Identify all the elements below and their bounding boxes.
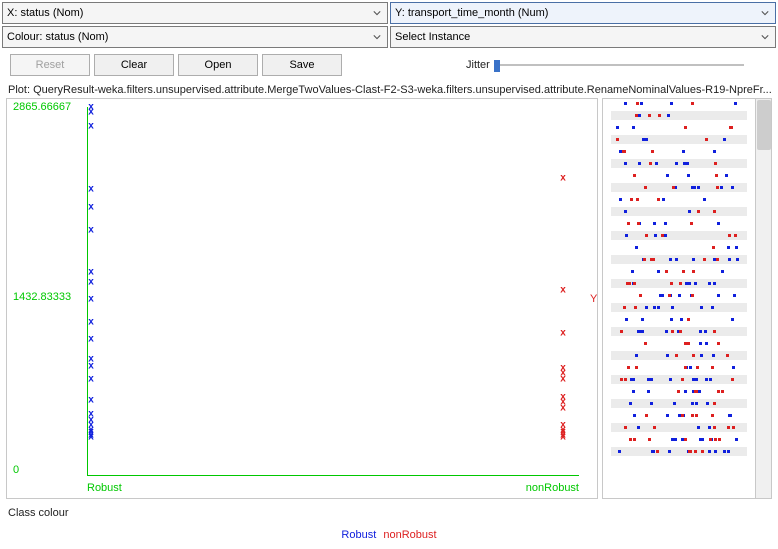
data-point: x: [560, 403, 566, 414]
y-tick-top: 2865.66667: [13, 101, 71, 113]
attribute-strip: [611, 363, 747, 372]
data-point: x: [88, 121, 94, 132]
attribute-strip: [611, 411, 747, 420]
chevron-down-icon: [758, 6, 772, 20]
class-colour-label: Class colour: [2, 503, 776, 519]
attribute-strip: [611, 231, 747, 240]
attribute-strip: [611, 111, 747, 120]
attribute-strip: [611, 447, 747, 456]
data-point: x: [88, 201, 94, 212]
attribute-strip: [611, 99, 747, 108]
data-point: x: [88, 432, 94, 443]
select-instance-dropdown[interactable]: Select Instance: [390, 26, 776, 48]
attribute-bars-plot[interactable]: [602, 98, 756, 499]
plot-title: Plot: QueryResult-weka.filters.unsupervi…: [2, 80, 776, 98]
attribute-strip: [611, 195, 747, 204]
jitter-label: Jitter: [466, 59, 490, 71]
chevron-down-icon: [758, 30, 772, 44]
slider-thumb[interactable]: [494, 60, 500, 72]
open-button[interactable]: Open: [178, 54, 258, 76]
side-y-label: Y: [590, 293, 597, 305]
attribute-strip: [611, 147, 747, 156]
attribute-strip: [611, 279, 747, 288]
data-point: x: [88, 334, 94, 345]
attribute-strip: [611, 183, 747, 192]
data-point: x: [560, 284, 566, 295]
app-root: X: status (Nom) Y: transport_time_month …: [0, 0, 778, 549]
attribute-strip: [611, 375, 747, 384]
attribute-strip: [611, 171, 747, 180]
main-plot[interactable]: 2865.66667 1432.83333 0 Robust nonRobust…: [6, 98, 598, 499]
attribute-strip: [611, 387, 747, 396]
attribute-strip: [611, 339, 747, 348]
attribute-strip: [611, 351, 747, 360]
slider-track: [494, 64, 744, 66]
attribute-strip: [611, 399, 747, 408]
attribute-strip: [611, 255, 747, 264]
data-point: x: [88, 316, 94, 327]
select-instance-label: Select Instance: [395, 31, 470, 43]
attribute-strip: [611, 423, 747, 432]
chevron-down-icon: [370, 6, 384, 20]
legend-robust: Robust: [341, 529, 376, 541]
data-point: x: [88, 360, 94, 371]
colour-dropdown[interactable]: Colour: status (Nom): [2, 26, 388, 48]
attribute-strip: [611, 327, 747, 336]
data-point: x: [88, 107, 94, 118]
attribute-strip: [611, 315, 747, 324]
x-axis-line: [87, 475, 579, 476]
x-tick-right: nonRobust: [526, 482, 579, 494]
attribute-strip: [611, 435, 747, 444]
x-axis-label: X: status (Nom): [7, 7, 83, 19]
data-point: x: [88, 184, 94, 195]
attribute-strip: [611, 291, 747, 300]
toolbar-row: Reset Clear Open Save Jitter: [2, 50, 776, 80]
jitter-control: Jitter: [466, 58, 744, 72]
data-point: x: [560, 432, 566, 443]
clear-button[interactable]: Clear: [94, 54, 174, 76]
scrollbar-thumb[interactable]: [757, 100, 771, 150]
side-panel: Y: [602, 98, 772, 499]
reset-button: Reset: [10, 54, 90, 76]
dropdown-row-1: X: status (Nom) Y: transport_time_month …: [2, 2, 776, 24]
data-point: x: [560, 328, 566, 339]
save-button[interactable]: Save: [262, 54, 342, 76]
data-point: x: [88, 395, 94, 406]
data-point: x: [88, 293, 94, 304]
attribute-strip: [611, 219, 747, 228]
legend-nonrobust: nonRobust: [383, 529, 436, 541]
data-point: x: [88, 224, 94, 235]
x-axis-dropdown[interactable]: X: status (Nom): [2, 2, 388, 24]
attribute-strip: [611, 123, 747, 132]
y-axis-label: Y: transport_time_month (Num): [395, 7, 548, 19]
class-colour-legend: Robust nonRobust: [2, 519, 776, 547]
data-point: x: [88, 374, 94, 385]
colour-label: Colour: status (Nom): [7, 31, 108, 43]
attribute-strip: [611, 303, 747, 312]
data-point: x: [560, 172, 566, 183]
y-axis-dropdown[interactable]: Y: transport_time_month (Num): [390, 2, 776, 24]
dropdown-row-2: Colour: status (Nom) Select Instance: [2, 26, 776, 48]
data-point: x: [560, 374, 566, 385]
attribute-strip: [611, 267, 747, 276]
side-scrollbar[interactable]: [756, 98, 772, 499]
x-tick-left: Robust: [87, 482, 122, 494]
jitter-slider[interactable]: [494, 58, 744, 72]
attribute-strip: [611, 135, 747, 144]
y-tick-zero: 0: [13, 464, 19, 476]
data-point: x: [88, 276, 94, 287]
chevron-down-icon: [370, 30, 384, 44]
plot-row: 2865.66667 1432.83333 0 Robust nonRobust…: [2, 98, 776, 503]
attribute-strip: [611, 207, 747, 216]
y-tick-mid: 1432.83333: [13, 291, 71, 303]
attribute-strip: [611, 159, 747, 168]
attribute-strip: [611, 243, 747, 252]
